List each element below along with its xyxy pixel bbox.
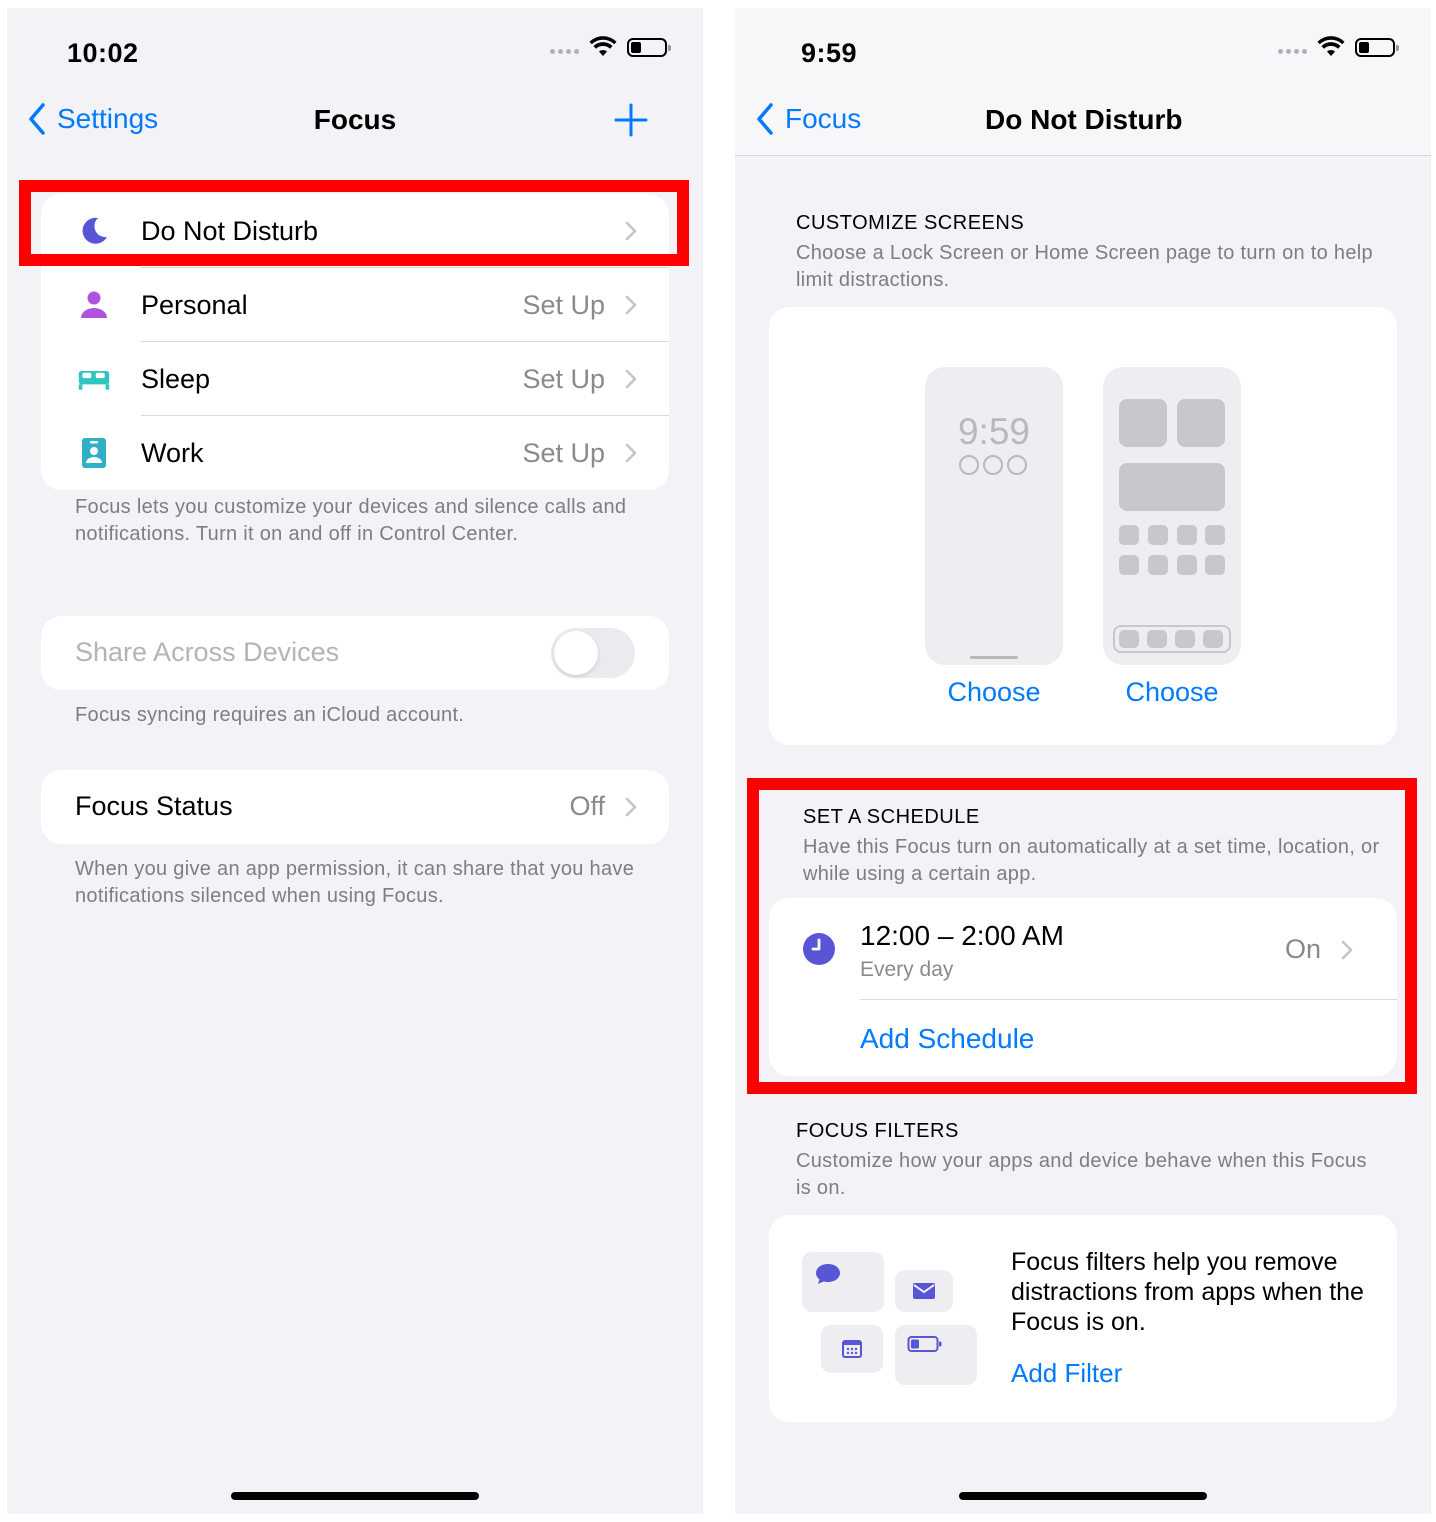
share-across-devices-toggle[interactable] <box>551 628 635 678</box>
bed-icon <box>77 362 111 396</box>
customize-screens-card: 9:59 Choose Choose <box>769 307 1397 745</box>
focus-filters-card: Focus filters help you remove distractio… <box>769 1215 1397 1422</box>
focus-item-value: Set Up <box>522 363 605 394</box>
wifi-icon <box>589 36 617 56</box>
do-not-disturb-screen: 9:59 Focus Do Not Disturb CUSTOMIZE SCRE… <box>735 8 1431 1514</box>
wifi-icon <box>1317 36 1345 56</box>
focus-filters-header: FOCUS FILTERS <box>796 1120 959 1142</box>
chevron-right-icon <box>625 369 637 389</box>
id-badge-icon <box>77 436 111 470</box>
back-to-focus-button[interactable]: Focus <box>755 102 861 136</box>
status-icons <box>1278 36 1399 58</box>
focus-item-value: Set Up <box>522 289 605 320</box>
home-indicator <box>231 1492 479 1500</box>
cellular-signal-icon <box>1278 48 1307 54</box>
highlight-do-not-disturb <box>19 180 689 266</box>
add-focus-button[interactable] <box>614 103 648 137</box>
add-filter-button[interactable]: Add Filter <box>1011 1358 1122 1389</box>
focus-description: Focus lets you customize your devices an… <box>75 496 627 545</box>
customize-screens-header: CUSTOMIZE SCREENS <box>796 212 1025 234</box>
low-power-battery-icon <box>907 1336 942 1352</box>
envelope-icon <box>913 1283 935 1299</box>
share-label: Share Across Devices <box>75 637 340 667</box>
status-time: 10:02 <box>67 38 139 68</box>
focus-status-label: Focus Status <box>75 791 233 821</box>
person-icon <box>77 288 111 322</box>
dock <box>1113 625 1231 653</box>
mail-filter-tile <box>895 1270 953 1312</box>
customize-screens-subtitle: Choose a Lock Screen or Home Screen page… <box>796 242 1373 291</box>
cellular-signal-icon <box>550 48 579 54</box>
calendar-filter-tile <box>821 1325 883 1373</box>
focus-item-sleep[interactable]: Sleep Set Up <box>41 342 669 416</box>
focus-status-value: Off <box>569 791 605 821</box>
focus-item-label: Sleep <box>141 363 211 394</box>
page-title: Do Not Disturb <box>985 104 1183 135</box>
lock-screen-preview[interactable]: 9:59 <box>925 367 1063 665</box>
home-indicator <box>959 1492 1207 1500</box>
focus-filters-description: Focus filters help you remove distractio… <box>1011 1248 1364 1336</box>
focus-item-label: Work <box>141 437 204 468</box>
back-label: Focus <box>785 103 862 134</box>
battery-filter-tile <box>895 1325 977 1385</box>
status-time: 9:59 <box>801 38 858 68</box>
battery-icon <box>1355 37 1399 57</box>
chevron-left-icon <box>757 103 773 135</box>
battery-icon <box>627 37 671 57</box>
share-footer: Focus syncing requires an iCloud account… <box>75 704 465 726</box>
choose-lock-screen-button[interactable]: Choose <box>925 677 1063 708</box>
highlight-set-a-schedule <box>747 778 1417 1094</box>
chevron-right-icon <box>625 295 637 315</box>
focus-item-personal[interactable]: Personal Set Up <box>41 268 669 342</box>
choose-home-screen-button[interactable]: Choose <box>1103 677 1241 708</box>
focus-item-work[interactable]: Work Set Up <box>41 416 669 490</box>
page-title: Focus <box>313 104 397 135</box>
focus-item-value: Set Up <box>522 437 605 468</box>
chat-bubble-icon <box>816 1264 840 1284</box>
focus-filters-subtitle: Customize how your apps and device behav… <box>796 1150 1367 1199</box>
home-screen-preview[interactable] <box>1103 367 1241 665</box>
chevron-right-icon <box>625 797 637 817</box>
lock-screen-time: 9:59 <box>957 411 1030 452</box>
widget-circles <box>959 455 1027 475</box>
focus-item-label: Personal <box>141 289 248 320</box>
focus-status-footer: When you give an app permission, it can … <box>75 858 635 907</box>
calendar-icon <box>842 1340 862 1358</box>
share-across-devices-row: Share Across Devices <box>41 616 669 690</box>
messages-filter-tile <box>802 1252 884 1312</box>
focus-status-row[interactable]: Focus Status Off <box>41 770 669 844</box>
chevron-right-icon <box>625 443 637 463</box>
status-icons <box>550 36 671 58</box>
